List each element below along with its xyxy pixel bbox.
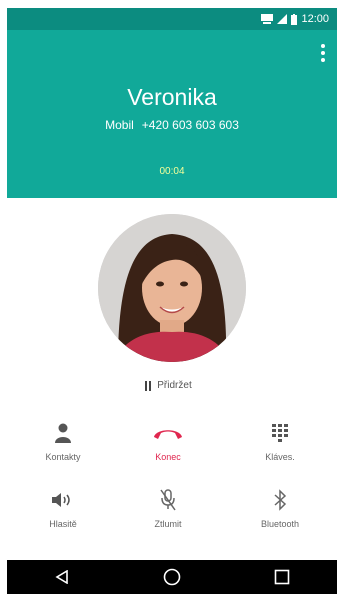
- caller-name: Veronika: [127, 84, 217, 110]
- phone-number: +420 603 603 603: [141, 118, 239, 132]
- back-button[interactable]: [42, 562, 82, 592]
- caller-avatar: [98, 214, 246, 362]
- mute-mic-icon: [160, 489, 176, 511]
- recents-icon: [274, 569, 290, 585]
- keypad-label: Kláves.: [265, 452, 295, 462]
- bluetooth-label: Bluetooth: [260, 519, 300, 529]
- end-call-button[interactable]: Konec: [128, 420, 208, 462]
- number-type-label: Mobil: [105, 118, 134, 132]
- speaker-label: Hlasitě: [49, 519, 77, 529]
- status-time: 12:00: [301, 13, 329, 25]
- hold-label: Přidržet: [157, 380, 192, 391]
- wifi-calling-icon: [261, 14, 274, 24]
- keypad-button[interactable]: Kláves.: [240, 420, 320, 462]
- home-icon: [163, 568, 181, 586]
- end-call-icon: [154, 430, 182, 439]
- more-options-icon[interactable]: [320, 44, 326, 64]
- battery-icon: [291, 13, 298, 25]
- end-call-label: Konec: [155, 452, 181, 462]
- call-header: Veronika Mobil +420 603 603 603 00:04: [7, 30, 337, 198]
- mute-label: Ztlumit: [154, 519, 182, 529]
- contacts-button[interactable]: Kontakty: [23, 420, 103, 462]
- back-icon: [55, 570, 68, 584]
- pause-icon: [145, 380, 152, 391]
- mute-button[interactable]: Ztlumit: [128, 487, 208, 529]
- bluetooth-button[interactable]: Bluetooth: [240, 487, 320, 529]
- hold-button[interactable]: Přidržet: [0, 380, 337, 391]
- status-bar: 12:00: [7, 8, 337, 30]
- caller-number-row: Mobil +420 603 603 603: [7, 118, 337, 132]
- home-button[interactable]: [152, 562, 192, 592]
- person-icon: [55, 423, 71, 443]
- recents-button[interactable]: [262, 562, 302, 592]
- speaker-icon: [52, 493, 70, 507]
- speaker-button[interactable]: Hlasitě: [23, 487, 103, 529]
- bluetooth-icon: [274, 489, 287, 511]
- dialpad-icon: [272, 424, 288, 442]
- signal-icon: [277, 14, 288, 24]
- call-duration: 00:04: [159, 166, 185, 177]
- contacts-label: Kontakty: [45, 452, 81, 462]
- navigation-bar: [7, 560, 337, 594]
